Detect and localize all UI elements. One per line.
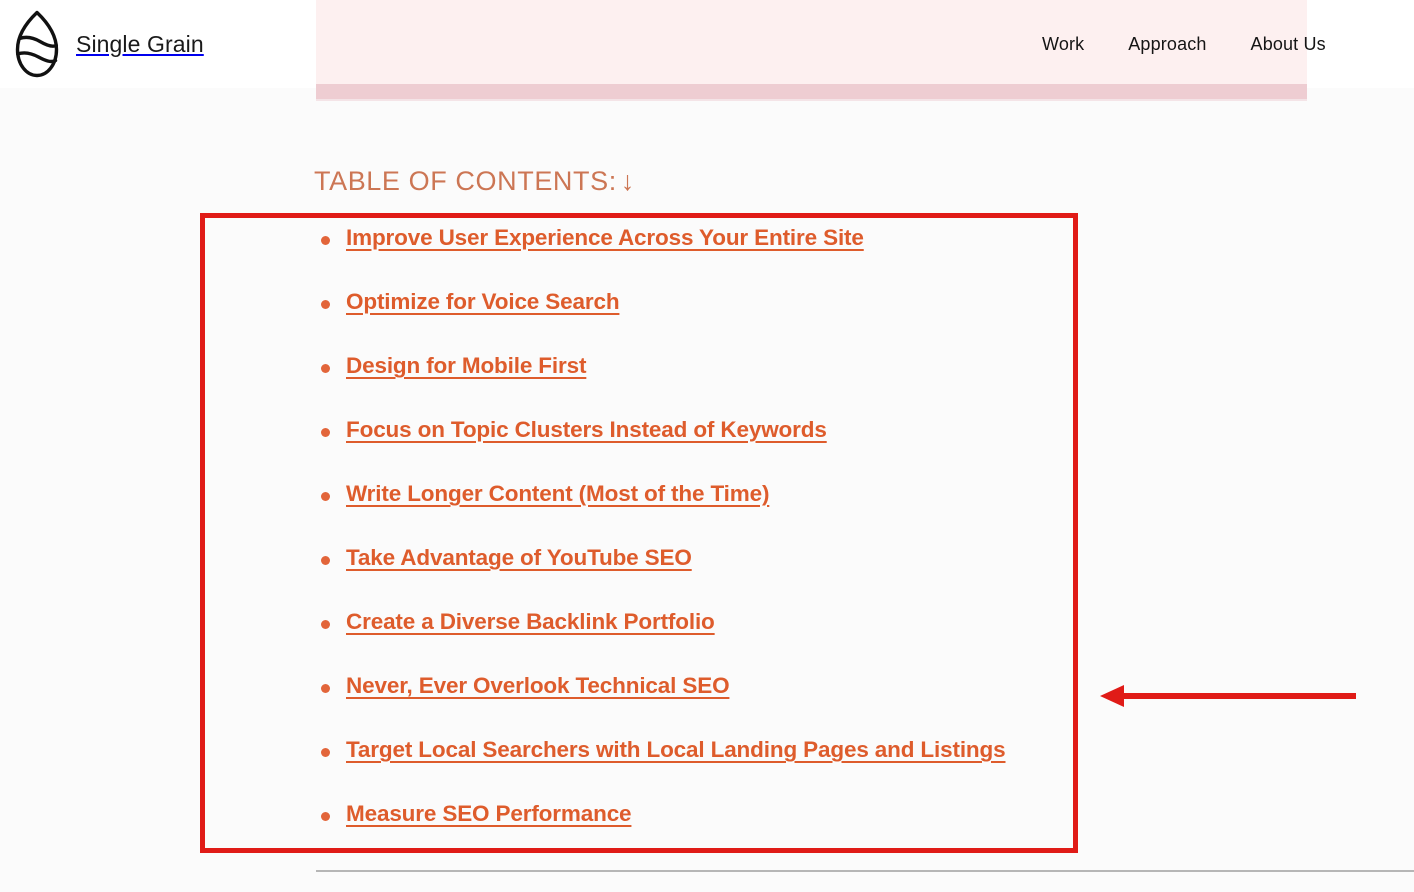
bullet-icon (321, 812, 330, 821)
brand-name: Single Grain (76, 30, 204, 57)
toc-heading-text: TABLE OF CONTENTS: (314, 166, 617, 196)
site-header: Single Grain Work Approach About Us (0, 0, 1414, 88)
bullet-icon (321, 364, 330, 373)
bullet-icon (321, 428, 330, 437)
bullet-icon (321, 684, 330, 693)
nav-item-approach[interactable]: Approach (1106, 34, 1228, 55)
article-body: TABLE OF CONTENTS: ↓ Improve User Experie… (0, 88, 1414, 892)
toc-link-backlink-portfolio[interactable]: Create a Diverse Backlink Portfolio (346, 610, 715, 634)
toc-list-item: Take Advantage of YouTube SEO (318, 546, 1078, 610)
toc-link-local-searchers[interactable]: Target Local Searchers with Local Landin… (346, 738, 1006, 762)
bullet-icon (321, 300, 330, 309)
down-arrow-icon: ↓ (620, 166, 635, 196)
toc-list-item: Improve User Experience Across Your Enti… (318, 226, 1078, 290)
brand-home-link[interactable]: Single Grain (14, 10, 204, 78)
toc-link-optimize-voice-search[interactable]: Optimize for Voice Search (346, 290, 620, 314)
section-divider (316, 870, 1414, 872)
toc-link-topic-clusters[interactable]: Focus on Topic Clusters Instead of Keywo… (346, 418, 827, 442)
bullet-icon (321, 492, 330, 501)
bullet-icon (321, 236, 330, 245)
toc-list-item: Focus on Topic Clusters Instead of Keywo… (318, 418, 1078, 482)
bullet-icon (321, 556, 330, 565)
left-arrow-annotation-icon (1100, 685, 1356, 707)
single-grain-logo-icon (15, 10, 59, 78)
toc-list-item: Never, Ever Overlook Technical SEO (318, 674, 1078, 738)
page-root: Single Grain Work Approach About Us TABL… (0, 0, 1414, 892)
toc-link-improve-user-experience[interactable]: Improve User Experience Across Your Enti… (346, 226, 864, 250)
toc-list-item: Target Local Searchers with Local Landin… (318, 738, 1078, 802)
toc-list-item: Design for Mobile First (318, 354, 1078, 418)
toc-link-youtube-seo[interactable]: Take Advantage of YouTube SEO (346, 546, 692, 570)
nav-item-about-us[interactable]: About Us (1229, 34, 1348, 55)
bullet-icon (321, 748, 330, 757)
nav-item-work[interactable]: Work (1020, 34, 1106, 55)
toc-list-item: Measure SEO Performance (318, 802, 1078, 866)
bullet-icon (321, 620, 330, 629)
toc-list-item: Write Longer Content (Most of the Time) (318, 482, 1078, 546)
table-of-contents-list: Improve User Experience Across Your Enti… (318, 226, 1078, 866)
main-navigation: Work Approach About Us (1020, 0, 1348, 88)
toc-list-item: Create a Diverse Backlink Portfolio (318, 610, 1078, 674)
toc-list-item: Optimize for Voice Search (318, 290, 1078, 354)
toc-link-technical-seo[interactable]: Never, Ever Overlook Technical SEO (346, 674, 730, 698)
table-of-contents-heading: TABLE OF CONTENTS: ↓ (314, 165, 635, 197)
toc-link-write-longer-content[interactable]: Write Longer Content (Most of the Time) (346, 482, 769, 506)
toc-link-measure-seo-performance[interactable]: Measure SEO Performance (346, 802, 632, 826)
toc-link-design-mobile-first[interactable]: Design for Mobile First (346, 354, 586, 378)
